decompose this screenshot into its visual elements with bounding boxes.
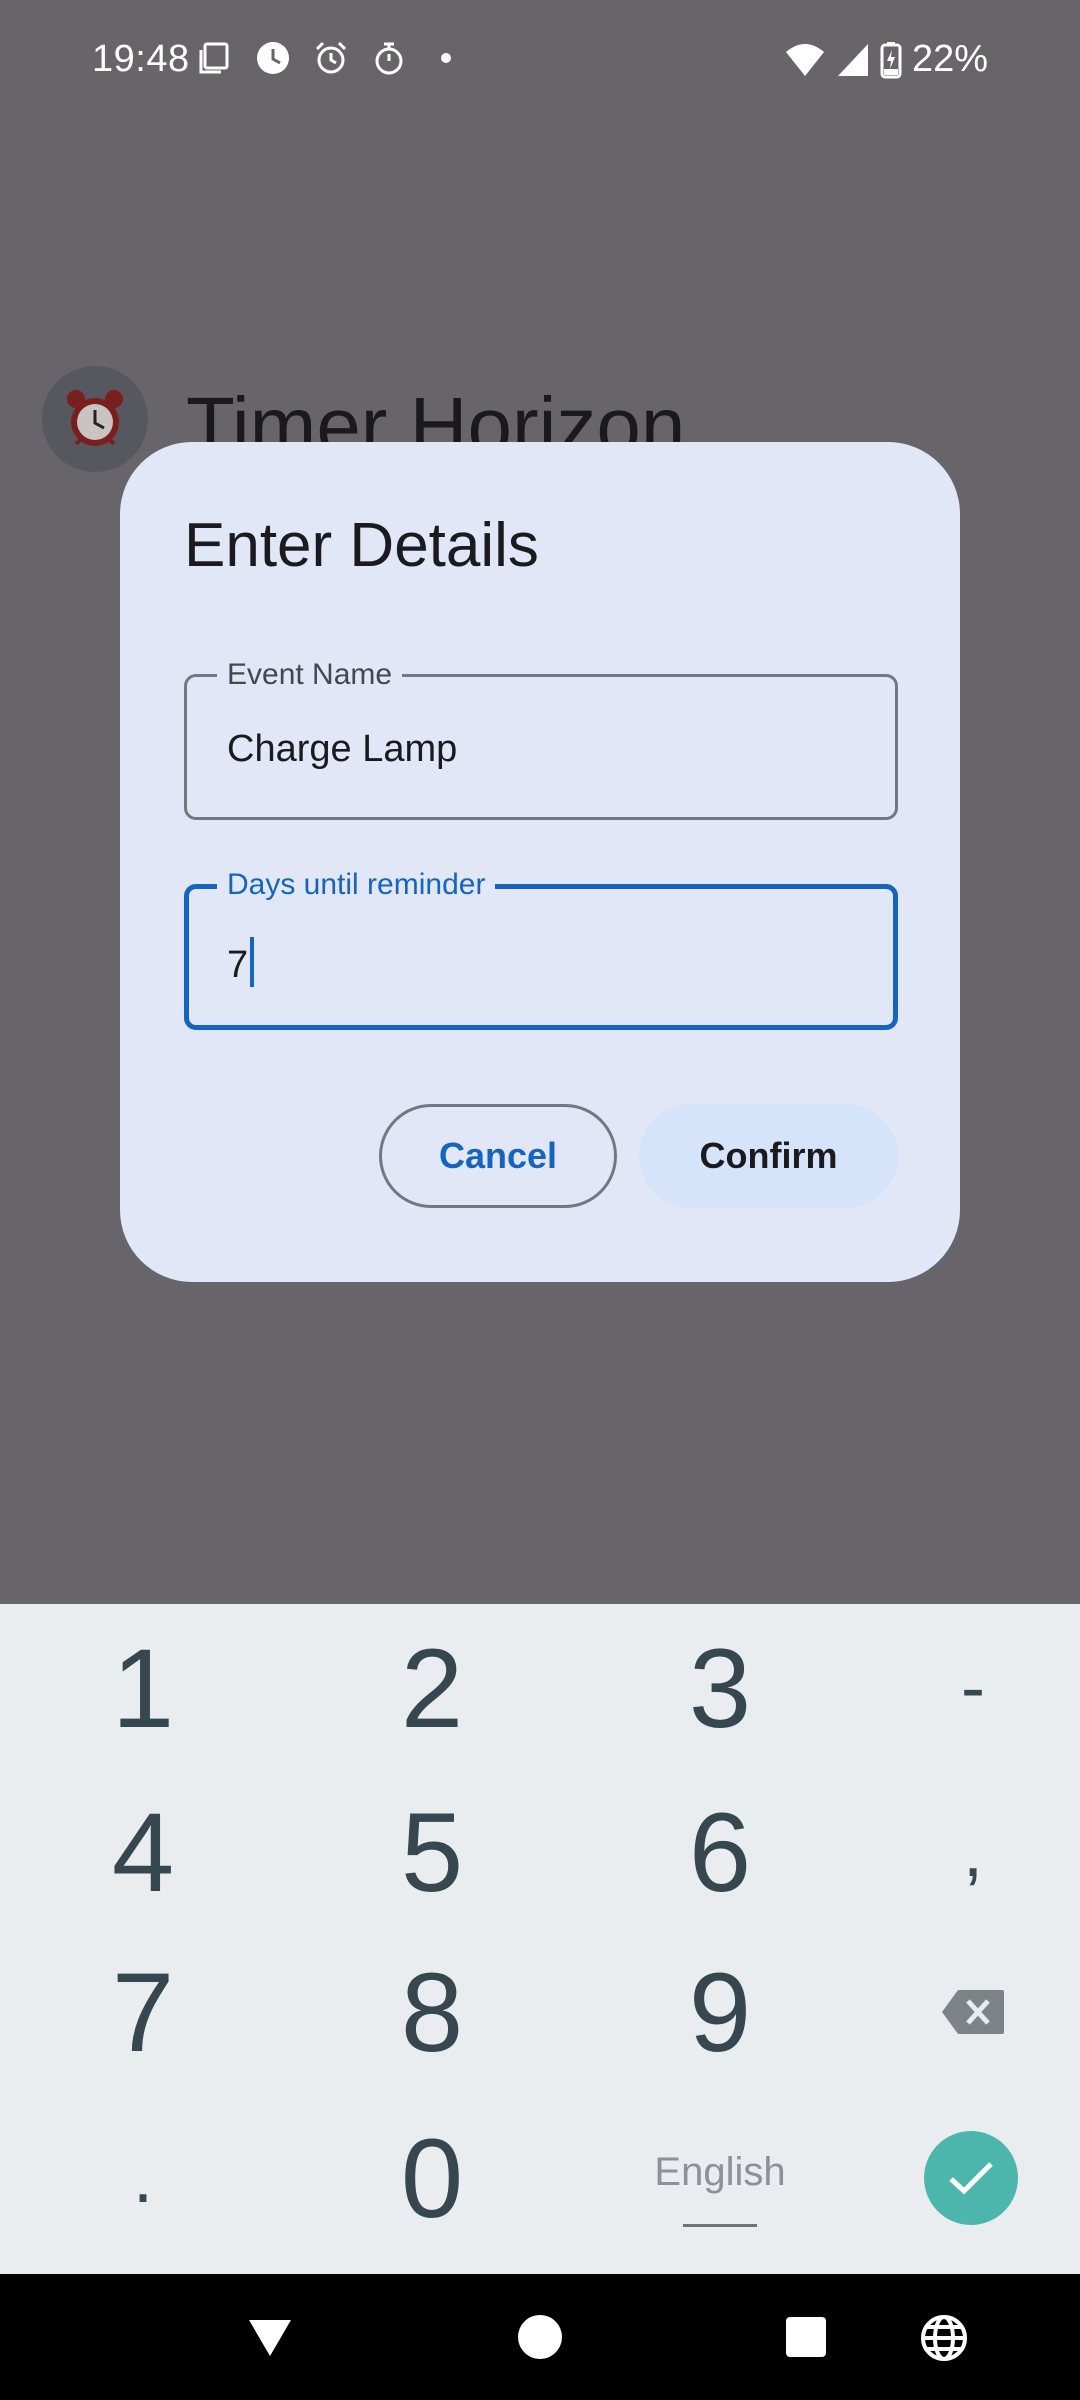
battery-percent: 22% [911, 38, 988, 80]
enter-details-dialog: Enter Details Event Name Charge Lamp Day… [120, 442, 960, 1282]
key-5[interactable]: 5 [297, 1770, 567, 1934]
enter-key-circle [924, 2131, 1018, 2225]
event-name-field[interactable]: Event Name Charge Lamp [184, 657, 898, 820]
key-2[interactable]: 2 [297, 1606, 567, 1770]
recents-icon[interactable] [785, 2316, 827, 2358]
status-time: 19:48 [92, 38, 190, 80]
event-name-label: Event Name [217, 657, 403, 693]
text-caret [250, 937, 255, 987]
days-until-reminder-field[interactable]: Days until reminder 7 [184, 867, 898, 1030]
key-1[interactable]: 1 [8, 1606, 278, 1770]
navigation-bar [0, 2274, 1080, 2400]
status-right: 22% [784, 38, 988, 81]
alarm-icon [315, 41, 347, 74]
stopwatch-icon [375, 42, 403, 75]
key-0[interactable]: 0 [297, 2096, 567, 2260]
wifi-icon [785, 43, 824, 76]
key-6[interactable]: 6 [585, 1770, 855, 1934]
signal-icon [837, 43, 868, 76]
language-key[interactable]: English [585, 2096, 855, 2260]
check-icon [949, 2162, 993, 2195]
key-8[interactable]: 8 [297, 1930, 567, 2094]
key-3[interactable]: 3 [585, 1606, 855, 1770]
key-period[interactable]: . [8, 2096, 278, 2260]
event-name-value: Charge Lamp [227, 728, 458, 770]
days-until-reminder-value-wrap: 7 [227, 937, 255, 987]
enter-key[interactable] [836, 2096, 1080, 2260]
alarm-clock-icon [67, 390, 123, 446]
battery-charging-icon [880, 41, 902, 78]
globe-icon[interactable] [920, 2314, 968, 2362]
status-bar: 19:48 22% [0, 0, 1080, 124]
home-icon[interactable] [517, 2314, 563, 2360]
backspace-icon [942, 1990, 1004, 2034]
key-minus[interactable]: - [838, 1606, 1080, 1770]
app-avatar [42, 366, 148, 472]
key-backspace[interactable] [838, 1930, 1080, 2094]
dot-icon [441, 53, 451, 63]
key-4[interactable]: 4 [8, 1770, 278, 1934]
screen: 19:48 22% Timer Horizon Enter Details Ev… [0, 0, 1080, 2400]
key-9[interactable]: 9 [585, 1930, 855, 2094]
cancel-button[interactable]: Cancel [379, 1104, 617, 1208]
language-label: English [654, 2149, 786, 2194]
confirm-button[interactable]: Confirm [639, 1104, 898, 1208]
back-icon[interactable] [247, 2318, 293, 2358]
language-underline [683, 2224, 757, 2227]
screenshot-icon [199, 42, 229, 74]
clock-icon [257, 42, 289, 74]
days-until-reminder-label: Days until reminder [217, 867, 496, 903]
key-comma[interactable]: , [838, 1770, 1080, 1934]
key-7[interactable]: 7 [8, 1930, 278, 2094]
dialog-title: Enter Details [184, 511, 539, 580]
days-until-reminder-value: 7 [227, 944, 249, 986]
